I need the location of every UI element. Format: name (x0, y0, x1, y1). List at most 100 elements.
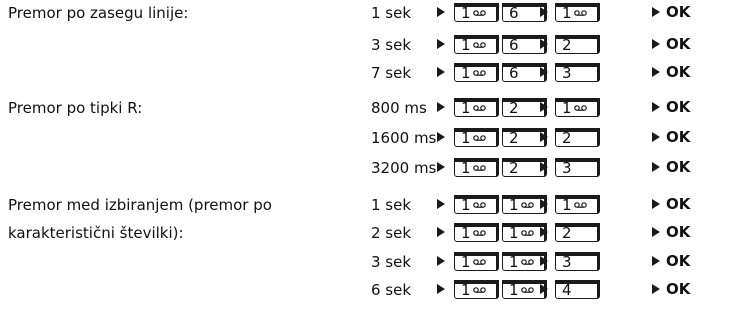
play-arrow-icon (540, 162, 548, 172)
key-label: 3 (562, 253, 572, 271)
keypad-key: 1 (454, 128, 499, 147)
play-arrow-icon (540, 132, 548, 142)
play-arrow-icon (652, 284, 660, 294)
keypad-key: 1 (454, 98, 499, 117)
play-arrow-icon (652, 132, 660, 142)
key-shade (496, 196, 498, 213)
key-sequence: 1 2 1 OK (0, 95, 731, 123)
key-label: 1 (461, 64, 471, 82)
table-row: Premor med izbiranjem (premor po 1 sek 1 1 1… (0, 192, 731, 220)
table-row: Premor po zasegu linije: 1 sek 1 6 1 OK (0, 0, 731, 28)
voicemail-icon (521, 202, 534, 208)
play-arrow-icon (652, 39, 660, 49)
play-arrow-icon (652, 102, 660, 112)
play-arrow-icon (540, 39, 548, 49)
key-label: 1 (509, 253, 519, 271)
voicemail-icon (473, 259, 486, 265)
play-arrow-icon (437, 132, 445, 142)
key-shade (496, 281, 498, 298)
voicemail-icon (473, 42, 486, 48)
play-arrow-icon (652, 7, 660, 17)
voicemail-icon (574, 10, 587, 16)
ok-label: OK (666, 63, 691, 81)
key-sequence: 1 1 1 OK (0, 192, 731, 220)
play-arrow-icon (540, 256, 548, 266)
key-shade (597, 129, 599, 146)
play-arrow-icon (540, 102, 548, 112)
table-row: 1600 ms 1 2 2 OK (0, 125, 731, 153)
keypad-key: 3 (555, 252, 600, 271)
play-arrow-icon (437, 256, 445, 266)
key-label: 1 (461, 281, 471, 299)
keypad-key: 1 (555, 98, 600, 117)
key-sequence: 1 1 2 OK (0, 220, 731, 248)
voicemail-icon (473, 10, 486, 16)
ok-label: OK (666, 3, 691, 21)
voicemail-icon (521, 287, 534, 293)
key-shade (496, 253, 498, 270)
key-label: 3 (562, 159, 572, 177)
table-row: 3 sek 1 6 2 OK (0, 32, 731, 60)
keypad-key: 1 (454, 223, 499, 242)
play-arrow-icon (437, 7, 445, 17)
key-sequence: 1 1 4 OK (0, 277, 731, 305)
key-label: 4 (562, 281, 572, 299)
ok-label: OK (666, 195, 691, 213)
keypad-key: 3 (555, 63, 600, 82)
voicemail-icon (574, 202, 587, 208)
key-label: 1 (461, 99, 471, 117)
play-arrow-icon (437, 227, 445, 237)
voicemail-icon (473, 105, 486, 111)
ok-label: OK (666, 35, 691, 53)
key-sequence: 1 2 3 OK (0, 155, 731, 183)
key-label: 2 (509, 159, 519, 177)
key-label: 2 (509, 129, 519, 147)
voicemail-icon (473, 230, 486, 236)
ok-label: OK (666, 158, 691, 176)
key-sequence: 1 6 2 OK (0, 32, 731, 60)
key-label: 1 (461, 253, 471, 271)
key-shade (597, 4, 599, 21)
key-shade (496, 224, 498, 241)
key-shade (496, 159, 498, 176)
key-label: 1 (509, 281, 519, 299)
table-row: 7 sek 1 6 3 OK (0, 60, 731, 88)
key-shade (597, 36, 599, 53)
key-label: 6 (509, 4, 519, 22)
keypad-key: 2 (555, 35, 600, 54)
voicemail-icon (473, 70, 486, 76)
voicemail-icon (473, 135, 486, 141)
key-label: 1 (461, 4, 471, 22)
play-arrow-icon (540, 199, 548, 209)
play-arrow-icon (540, 284, 548, 294)
play-arrow-icon (437, 199, 445, 209)
key-label: 6 (509, 64, 519, 82)
keypad-key: 1 (454, 63, 499, 82)
key-sequence: 1 1 3 OK (0, 249, 731, 277)
play-arrow-icon (437, 162, 445, 172)
play-arrow-icon (540, 227, 548, 237)
key-shade (597, 281, 599, 298)
key-label: 1 (461, 129, 471, 147)
key-shade (496, 129, 498, 146)
key-label: 2 (562, 129, 572, 147)
play-arrow-icon (437, 102, 445, 112)
table-row: 3 sek 1 1 3 OK (0, 249, 731, 277)
key-label: 1 (562, 196, 572, 214)
key-shade (597, 196, 599, 213)
key-label: 2 (509, 99, 519, 117)
voicemail-icon (574, 105, 587, 111)
key-shade (597, 224, 599, 241)
key-sequence: 1 2 2 OK (0, 125, 731, 153)
table-row: 6 sek 1 1 4 OK (0, 277, 731, 305)
key-shade (597, 99, 599, 116)
key-shade (597, 159, 599, 176)
ok-label: OK (666, 128, 691, 146)
keypad-key: 1 (454, 195, 499, 214)
ok-label: OK (666, 98, 691, 116)
play-arrow-icon (437, 39, 445, 49)
keypad-key: 1 (454, 158, 499, 177)
keypad-key: 1 (454, 3, 499, 22)
play-arrow-icon (437, 284, 445, 294)
keypad-key: 4 (555, 280, 600, 299)
